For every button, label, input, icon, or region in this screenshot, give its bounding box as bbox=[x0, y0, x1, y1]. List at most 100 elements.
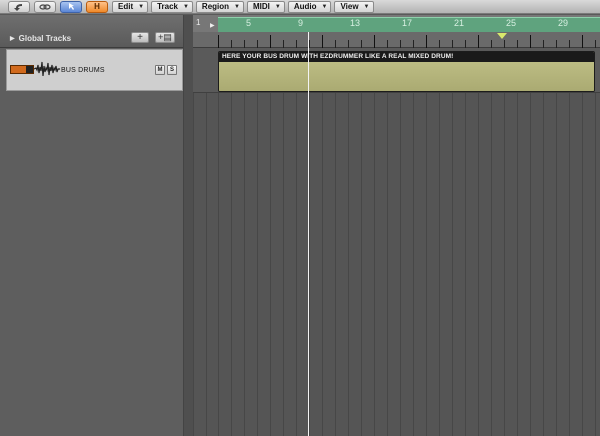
grid-line bbox=[439, 49, 440, 436]
pointer-tool-button[interactable] bbox=[60, 0, 82, 13]
ruler-tick bbox=[465, 40, 466, 48]
mute-button[interactable]: M bbox=[155, 65, 165, 75]
grid-line bbox=[465, 49, 466, 436]
ruler-tick bbox=[218, 35, 219, 48]
bar-number: 5 bbox=[246, 18, 252, 28]
duplicate-track-button[interactable]: +▤ bbox=[155, 32, 175, 43]
arrange-area[interactable]: HERE YOUR BUS DRUM WITH EZDRUMMER LIKE A… bbox=[193, 49, 600, 436]
menu-region[interactable]: Region ▼ bbox=[195, 0, 244, 13]
grid-line bbox=[283, 49, 284, 436]
grid-line bbox=[387, 49, 388, 436]
ruler-tick bbox=[361, 40, 362, 48]
track-header[interactable]: BUS DRUMS M S bbox=[6, 49, 183, 91]
disclosure-triangle-icon: ▶ bbox=[10, 36, 15, 42]
back-button[interactable] bbox=[8, 0, 30, 13]
ruler-tick bbox=[244, 40, 245, 48]
ruler-tick bbox=[296, 40, 297, 48]
grid-line bbox=[193, 49, 194, 436]
grid-line bbox=[257, 49, 258, 436]
ruler-tick bbox=[426, 35, 427, 48]
ruler-tick bbox=[478, 35, 479, 48]
link-button[interactable] bbox=[34, 0, 56, 13]
grid-line bbox=[517, 49, 518, 436]
bar-number: 25 bbox=[506, 18, 517, 28]
ruler-tick bbox=[491, 40, 492, 48]
grid-line bbox=[218, 49, 219, 436]
menu-audio[interactable]: Audio ▼ bbox=[287, 0, 332, 13]
global-tracks-disclosure[interactable]: ▶ Global Tracks bbox=[10, 34, 71, 43]
catch-button[interactable]: H bbox=[86, 0, 108, 13]
grid-line bbox=[478, 49, 479, 436]
panel-divider[interactable] bbox=[183, 15, 193, 436]
bar-number: 21 bbox=[454, 18, 465, 28]
caret-down-icon: ▼ bbox=[182, 3, 189, 10]
ruler-start-label: 1 bbox=[196, 18, 201, 27]
ruler-tick bbox=[569, 40, 570, 48]
ruler-tick bbox=[283, 40, 284, 48]
logic-arrange-window: H Edit ▼ Track ▼ Region ▼ MIDI ▼ Audio ▼ View… bbox=[0, 0, 600, 436]
solo-button[interactable]: S bbox=[167, 65, 177, 75]
grid-line bbox=[231, 49, 232, 436]
global-tracks-header: ▶ Global Tracks + +▤ bbox=[0, 15, 193, 48]
grid-line bbox=[530, 49, 531, 436]
track-name: BUS DRUMS bbox=[61, 67, 105, 74]
grid-line bbox=[270, 49, 271, 436]
grid-line bbox=[543, 49, 544, 436]
ruler-tick bbox=[400, 40, 401, 48]
grid-line bbox=[322, 49, 323, 436]
grid-line bbox=[361, 49, 362, 436]
ruler-tick bbox=[439, 40, 440, 48]
ruler-tick bbox=[335, 40, 336, 48]
ruler-tick bbox=[595, 40, 596, 48]
bar-ruler[interactable]: 1 ▶ 5 9 13 17 21 25 29 bbox=[193, 15, 600, 48]
grid-line bbox=[348, 49, 349, 436]
ruler-tick bbox=[556, 40, 557, 48]
ruler-tick bbox=[374, 35, 375, 48]
play-marker-icon: ▶ bbox=[210, 23, 215, 29]
caret-down-icon: ▼ bbox=[363, 3, 370, 10]
add-track-button[interactable]: + bbox=[131, 32, 149, 43]
link-icon bbox=[39, 3, 51, 10]
bar-number: 29 bbox=[558, 18, 569, 28]
caret-down-icon: ▼ bbox=[321, 3, 328, 10]
audio-region[interactable]: HERE YOUR BUS DRUM WITH EZDRUMMER LIKE A… bbox=[218, 51, 595, 92]
h-icon: H bbox=[94, 1, 100, 11]
pointer-tool-icon bbox=[69, 3, 74, 10]
track-color-icon bbox=[10, 65, 34, 74]
back-icon bbox=[14, 3, 22, 11]
menu-midi[interactable]: MIDI ▼ bbox=[246, 0, 285, 13]
region-title-bar: HERE YOUR BUS DRUM WITH EZDRUMMER LIKE A… bbox=[219, 52, 594, 62]
ruler-tick bbox=[582, 35, 583, 48]
grid-line bbox=[595, 49, 596, 436]
bar-number: 13 bbox=[350, 18, 361, 28]
waveform-icon bbox=[34, 61, 60, 77]
grid-line bbox=[426, 49, 427, 436]
grid-line bbox=[244, 49, 245, 436]
menu-view[interactable]: View ▼ bbox=[334, 0, 374, 13]
caret-down-icon: ▼ bbox=[274, 3, 281, 10]
ruler-tick bbox=[322, 35, 323, 48]
playhead[interactable] bbox=[308, 32, 309, 436]
toolbar: H Edit ▼ Track ▼ Region ▼ MIDI ▼ Audio ▼ View… bbox=[0, 0, 600, 14]
ruler-tick bbox=[543, 40, 544, 48]
grid-line bbox=[582, 49, 583, 436]
grid-line bbox=[556, 49, 557, 436]
region-body bbox=[219, 62, 594, 91]
grid-line bbox=[491, 49, 492, 436]
bar-number: 17 bbox=[402, 18, 413, 28]
grid-line bbox=[206, 49, 207, 436]
menu-track[interactable]: Track ▼ bbox=[151, 0, 193, 13]
ruler-tick bbox=[504, 40, 505, 48]
ruler-tick bbox=[530, 35, 531, 48]
track-list-panel: ▶ Global Tracks + +▤ BUS DRUMS M S bbox=[0, 15, 193, 436]
grid-line bbox=[335, 49, 336, 436]
caret-down-icon: ▼ bbox=[138, 3, 145, 10]
ruler-tick bbox=[348, 40, 349, 48]
ruler-tick bbox=[309, 40, 310, 48]
menu-edit[interactable]: Edit ▼ bbox=[112, 0, 149, 13]
grid-line bbox=[504, 49, 505, 436]
grid-line bbox=[413, 49, 414, 436]
playhead-marker-icon[interactable] bbox=[497, 33, 507, 39]
caret-down-icon: ▼ bbox=[234, 3, 240, 10]
grid-line bbox=[296, 49, 297, 436]
